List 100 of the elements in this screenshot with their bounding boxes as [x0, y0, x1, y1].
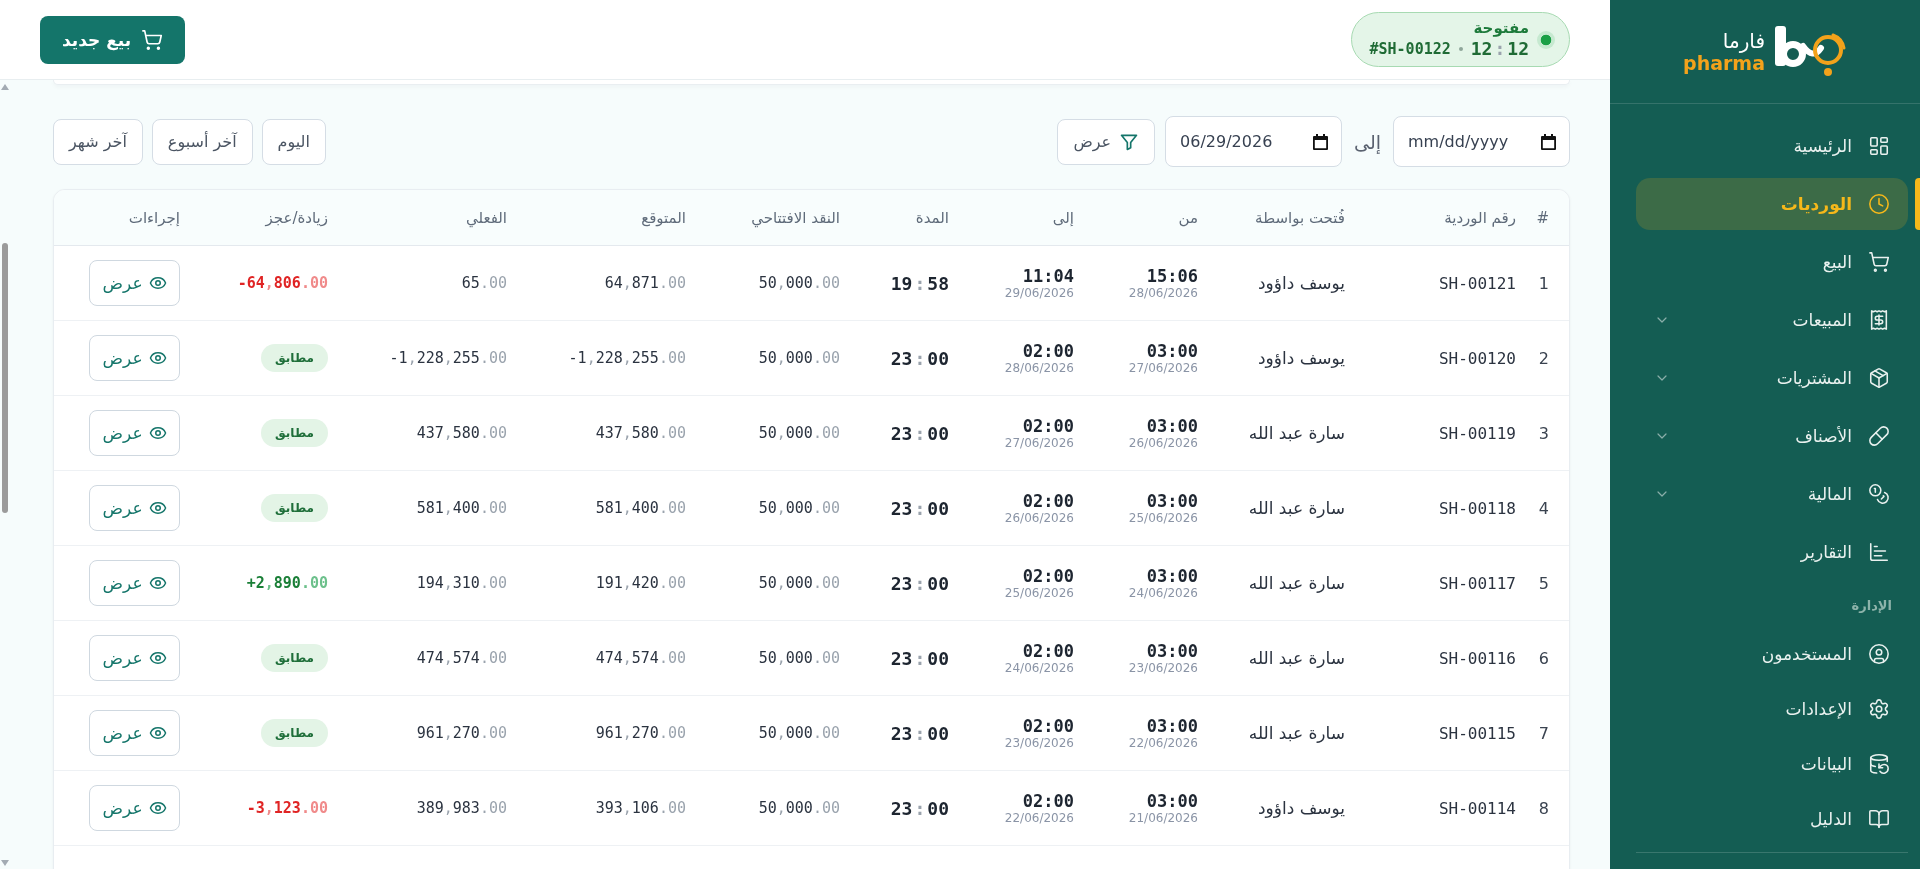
- user-circle-icon: [1868, 643, 1890, 665]
- shift-number: SH-00118: [1438, 498, 1516, 518]
- receipt-icon: [1868, 309, 1890, 331]
- match-badge: مطابق: [261, 419, 328, 447]
- shift-number: #SH-00122: [1369, 40, 1451, 58]
- logo-latin-text: pharma: [1683, 54, 1765, 73]
- view-button[interactable]: عرض: [89, 410, 180, 456]
- actual-amount: 437,580.00: [416, 424, 507, 442]
- start-time: 03:00: [1146, 715, 1198, 736]
- start-time: 03:00: [1146, 490, 1198, 511]
- row-number: 8: [1538, 798, 1549, 818]
- opened-by-name: يوسف داؤود: [1257, 798, 1345, 818]
- view-button[interactable]: عرض: [89, 635, 180, 681]
- sidebar-item[interactable]: التقارير: [1636, 526, 1908, 578]
- sidebar-item[interactable]: الإعدادات: [1636, 684, 1908, 734]
- sidebar-item[interactable]: المبيعات: [1636, 294, 1908, 346]
- shift-number: SH-00120: [1438, 348, 1516, 368]
- to-label: إلى: [1353, 130, 1382, 153]
- expected-amount: -1,228,255.00: [568, 349, 686, 367]
- expected-amount: 191,420.00: [595, 574, 686, 592]
- duration: 23:00: [890, 722, 949, 744]
- difference-amount: +2,890.00: [246, 574, 328, 592]
- end-time: 02:00: [1022, 565, 1074, 586]
- column-header: الفعلي: [465, 208, 507, 227]
- opened-by-name: سارة عبد الله: [1248, 423, 1345, 443]
- sidebar-item[interactable]: البيع: [1636, 236, 1908, 288]
- sidebar-item[interactable]: المشتريات: [1636, 352, 1908, 404]
- view-button[interactable]: عرض: [89, 485, 180, 531]
- duration: 23:00: [890, 647, 949, 669]
- new-sale-button[interactable]: بيع جديد: [40, 15, 186, 64]
- opened-by-name: سارة عبد الله: [1248, 573, 1345, 593]
- actual-amount: 961,270.00: [416, 724, 507, 742]
- view-button[interactable]: عرض: [89, 260, 180, 306]
- row-number: 4: [1538, 498, 1549, 518]
- duration: 23:00: [890, 497, 949, 519]
- end-time: 11:04: [1022, 265, 1074, 286]
- sidebar-item[interactable]: المستخدمون: [1636, 629, 1908, 679]
- column-header: رقم الوردية: [1444, 208, 1516, 227]
- quick-range-button[interactable]: آخر شهر: [53, 118, 143, 165]
- section-title: الإدارة: [1850, 597, 1893, 615]
- duration: 23:00: [890, 422, 949, 444]
- eye-icon: [148, 649, 167, 667]
- difference-amount: -3,123.00: [246, 799, 328, 817]
- actual-amount: 474,574.00: [416, 649, 507, 667]
- start-date: 21/06/2026: [1128, 810, 1198, 826]
- quick-range-button[interactable]: آخر أسبوع: [151, 118, 253, 165]
- opening-cash-amount: 50,000.00: [758, 349, 840, 367]
- end-date: 22/06/2026: [1004, 810, 1074, 826]
- row-number: 7: [1538, 723, 1549, 743]
- end-date: 29/06/2026: [1004, 285, 1074, 301]
- start-date: 23/06/2026: [1128, 660, 1198, 676]
- end-time: 02:00: [1022, 415, 1074, 436]
- sidebar-item[interactable]: الدليل: [1636, 794, 1908, 844]
- quick-range-button[interactable]: اليوم: [261, 118, 326, 165]
- shift-status-label: مفتوحة: [1473, 19, 1529, 37]
- sidebar-item[interactable]: البيانات: [1636, 739, 1908, 789]
- opened-by-name: سارة عبد الله: [1248, 498, 1345, 518]
- opening-cash-amount: 50,000.00: [758, 649, 840, 667]
- date-field[interactable]: 06/29/2026: [1165, 116, 1343, 167]
- sidebar-item[interactable]: الأصناف: [1636, 410, 1908, 462]
- column-header: المدة: [915, 208, 949, 227]
- box-icon: [1868, 367, 1890, 389]
- column-header: #: [1536, 208, 1549, 227]
- opening-cash-amount: 50,000.00: [758, 574, 840, 592]
- settings-icon: [1868, 698, 1890, 720]
- logo-arabic-text: فارما: [1722, 30, 1765, 52]
- opened-by-name: سارة عبد الله: [1248, 723, 1345, 743]
- sidebar-item[interactable]: المالية: [1636, 468, 1908, 520]
- start-date: 28/06/2026: [1128, 285, 1198, 301]
- opened-by-name: يوسف داؤود: [1257, 348, 1345, 368]
- eye-icon: [148, 274, 167, 292]
- view-button[interactable]: عرض: [89, 785, 180, 831]
- scrollbar-thumb[interactable]: [2, 243, 8, 513]
- start-date: 25/06/2026: [1128, 510, 1198, 526]
- duration: 23:00: [890, 347, 949, 369]
- shift-time: 12:12: [1470, 38, 1529, 60]
- view-button[interactable]: عرض: [89, 335, 180, 381]
- duration: 23:00: [890, 797, 949, 819]
- view-button[interactable]: عرض: [89, 710, 180, 756]
- cart-icon: [141, 28, 164, 51]
- shift-number: SH-00114: [1438, 798, 1516, 818]
- calendar-icon: [1313, 133, 1329, 150]
- view-button[interactable]: عرض: [89, 560, 180, 606]
- shift-number: SH-00116: [1438, 648, 1516, 668]
- actual-amount: 581,400.00: [416, 499, 507, 517]
- eye-icon: [148, 349, 167, 367]
- coins-icon: [1868, 483, 1890, 505]
- row-number: 2: [1538, 348, 1549, 368]
- match-badge: مطابق: [261, 494, 328, 522]
- opening-cash-amount: 50,000.00: [758, 424, 840, 442]
- date-field[interactable]: mm/dd/yyyy: [1393, 116, 1570, 167]
- bar-chart-icon: [1868, 541, 1890, 563]
- end-date: 26/06/2026: [1004, 510, 1074, 526]
- logo-icon: [1772, 25, 1847, 78]
- separator-dot-icon: [1458, 47, 1463, 51]
- end-time: 02:00: [1022, 490, 1074, 511]
- eye-icon: [148, 724, 167, 742]
- start-date: 26/06/2026: [1128, 435, 1198, 451]
- apply-filter-button[interactable]: عرض: [1057, 118, 1156, 165]
- sidebar-item[interactable]: الرئيسية: [1636, 120, 1908, 172]
